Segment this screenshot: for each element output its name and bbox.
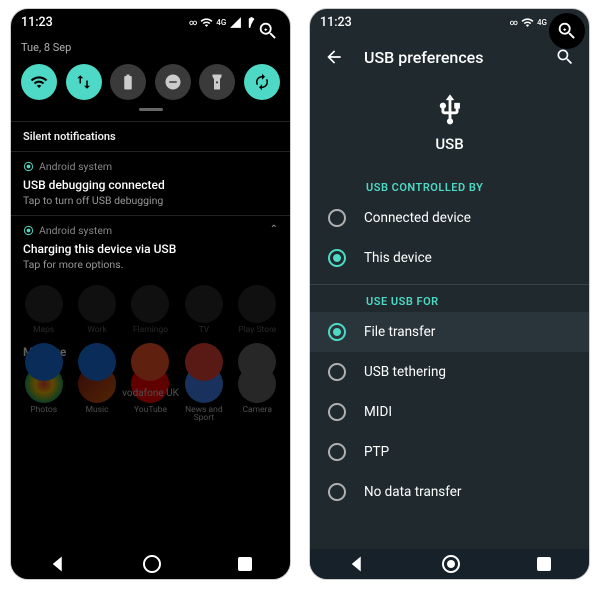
app-youtube[interactable]: YouTube (125, 365, 175, 423)
dock-phone[interactable] (19, 343, 69, 381)
search-icon[interactable] (555, 47, 575, 67)
notification-source: Android system (23, 224, 278, 237)
wifi-icon (521, 16, 534, 29)
notification-usb-debugging[interactable]: Android system USB debugging connected T… (11, 151, 290, 215)
recents-button[interactable] (537, 557, 551, 571)
chevron-up-icon[interactable]: ⌃ (270, 224, 278, 235)
radio-this-device[interactable]: This device (310, 238, 589, 278)
app-news[interactable]: News and Sport (179, 365, 229, 423)
section-header-controlled-by: USB CONTROLLED BY (310, 171, 589, 198)
usb-hero-label: USB (310, 135, 589, 153)
dock-messages[interactable] (72, 343, 122, 381)
signal-icon (229, 16, 242, 29)
app-music[interactable]: Music (72, 365, 122, 423)
qs-date: Tue, 8 Sep (21, 41, 280, 54)
app-camera[interactable]: Camera (232, 365, 282, 423)
back-button[interactable] (348, 555, 366, 573)
statusbar: 11:23 ∞ 4G 64% (11, 9, 290, 35)
radio-icon (328, 443, 346, 461)
radio-midi[interactable]: MIDI (310, 392, 589, 432)
usb-icon (433, 93, 467, 127)
recents-button[interactable] (238, 557, 252, 571)
navbar (310, 549, 589, 579)
radio-icon (328, 363, 346, 381)
statusbar: 11:23 ∞ 4G (310, 9, 589, 35)
notification-title: Charging this device via USB (23, 242, 278, 256)
radio-no-data-transfer[interactable]: No data transfer (310, 472, 589, 512)
section-header-use-usb-for: USE USB FOR (310, 285, 589, 312)
shade-handle[interactable] (139, 108, 163, 111)
radio-file-transfer[interactable]: File transfer (310, 312, 589, 352)
notification-charging-usb[interactable]: ⌃ Android system Charging this device vi… (11, 215, 290, 279)
navbar (11, 549, 290, 579)
phone-notification-shade: 11:23 ∞ 4G 64% Tue, 8 Sep Silent notific… (10, 8, 291, 580)
clock: 11:23 (320, 15, 352, 30)
dock-camera[interactable] (232, 343, 282, 381)
radio-icon (328, 209, 346, 227)
back-button[interactable] (49, 555, 67, 573)
network-label: 4G (216, 18, 226, 27)
notification-subtitle: Tap for more options. (23, 258, 278, 271)
page-title: USB preferences (364, 48, 535, 67)
radio-icon (328, 403, 346, 421)
appbar: USB preferences (310, 35, 589, 79)
wifi-icon (200, 16, 213, 29)
manage-label[interactable]: Manage (11, 341, 290, 359)
usb-hero: USB (310, 79, 589, 171)
notification-subtitle: Tap to turn off USB debugging (23, 194, 278, 207)
radio-connected-device[interactable]: Connected device (310, 198, 589, 238)
home-button[interactable] (442, 555, 460, 573)
qs-flashlight-tile[interactable] (199, 64, 235, 100)
radio-ptp[interactable]: PTP (310, 432, 589, 472)
zoom-icon[interactable] (250, 13, 286, 49)
quick-settings: Tue, 8 Sep (11, 35, 290, 121)
clock: 11:23 (21, 15, 53, 30)
home-button[interactable] (143, 555, 161, 573)
carrier-label: vodafone UK (11, 388, 290, 399)
home-screen-dimmed: Maps Work Flamingo TV Play Store Manage … (11, 279, 290, 429)
qs-battery-tile[interactable] (110, 64, 146, 100)
qs-wifi-tile[interactable] (21, 64, 57, 100)
notification-source: Android system (23, 160, 278, 173)
qs-rotation-tile[interactable] (244, 64, 280, 100)
app-photos[interactable]: Photos (19, 365, 69, 423)
dock-browser[interactable] (125, 343, 175, 381)
zoom-icon[interactable] (549, 13, 585, 49)
qs-data-tile[interactable] (66, 64, 102, 100)
back-icon[interactable] (324, 47, 344, 67)
radio-icon (328, 249, 346, 267)
qs-dnd-tile[interactable] (155, 64, 191, 100)
radio-icon (328, 323, 346, 341)
silent-notifications-header: Silent notifications (11, 121, 290, 151)
phone-usb-preferences: 11:23 ∞ 4G USB preferences USB USB CONTR… (309, 8, 590, 580)
radio-usb-tethering[interactable]: USB tethering (310, 352, 589, 392)
notification-title: USB debugging connected (23, 178, 278, 192)
dock-gmail[interactable] (179, 343, 229, 381)
radio-icon (328, 483, 346, 501)
